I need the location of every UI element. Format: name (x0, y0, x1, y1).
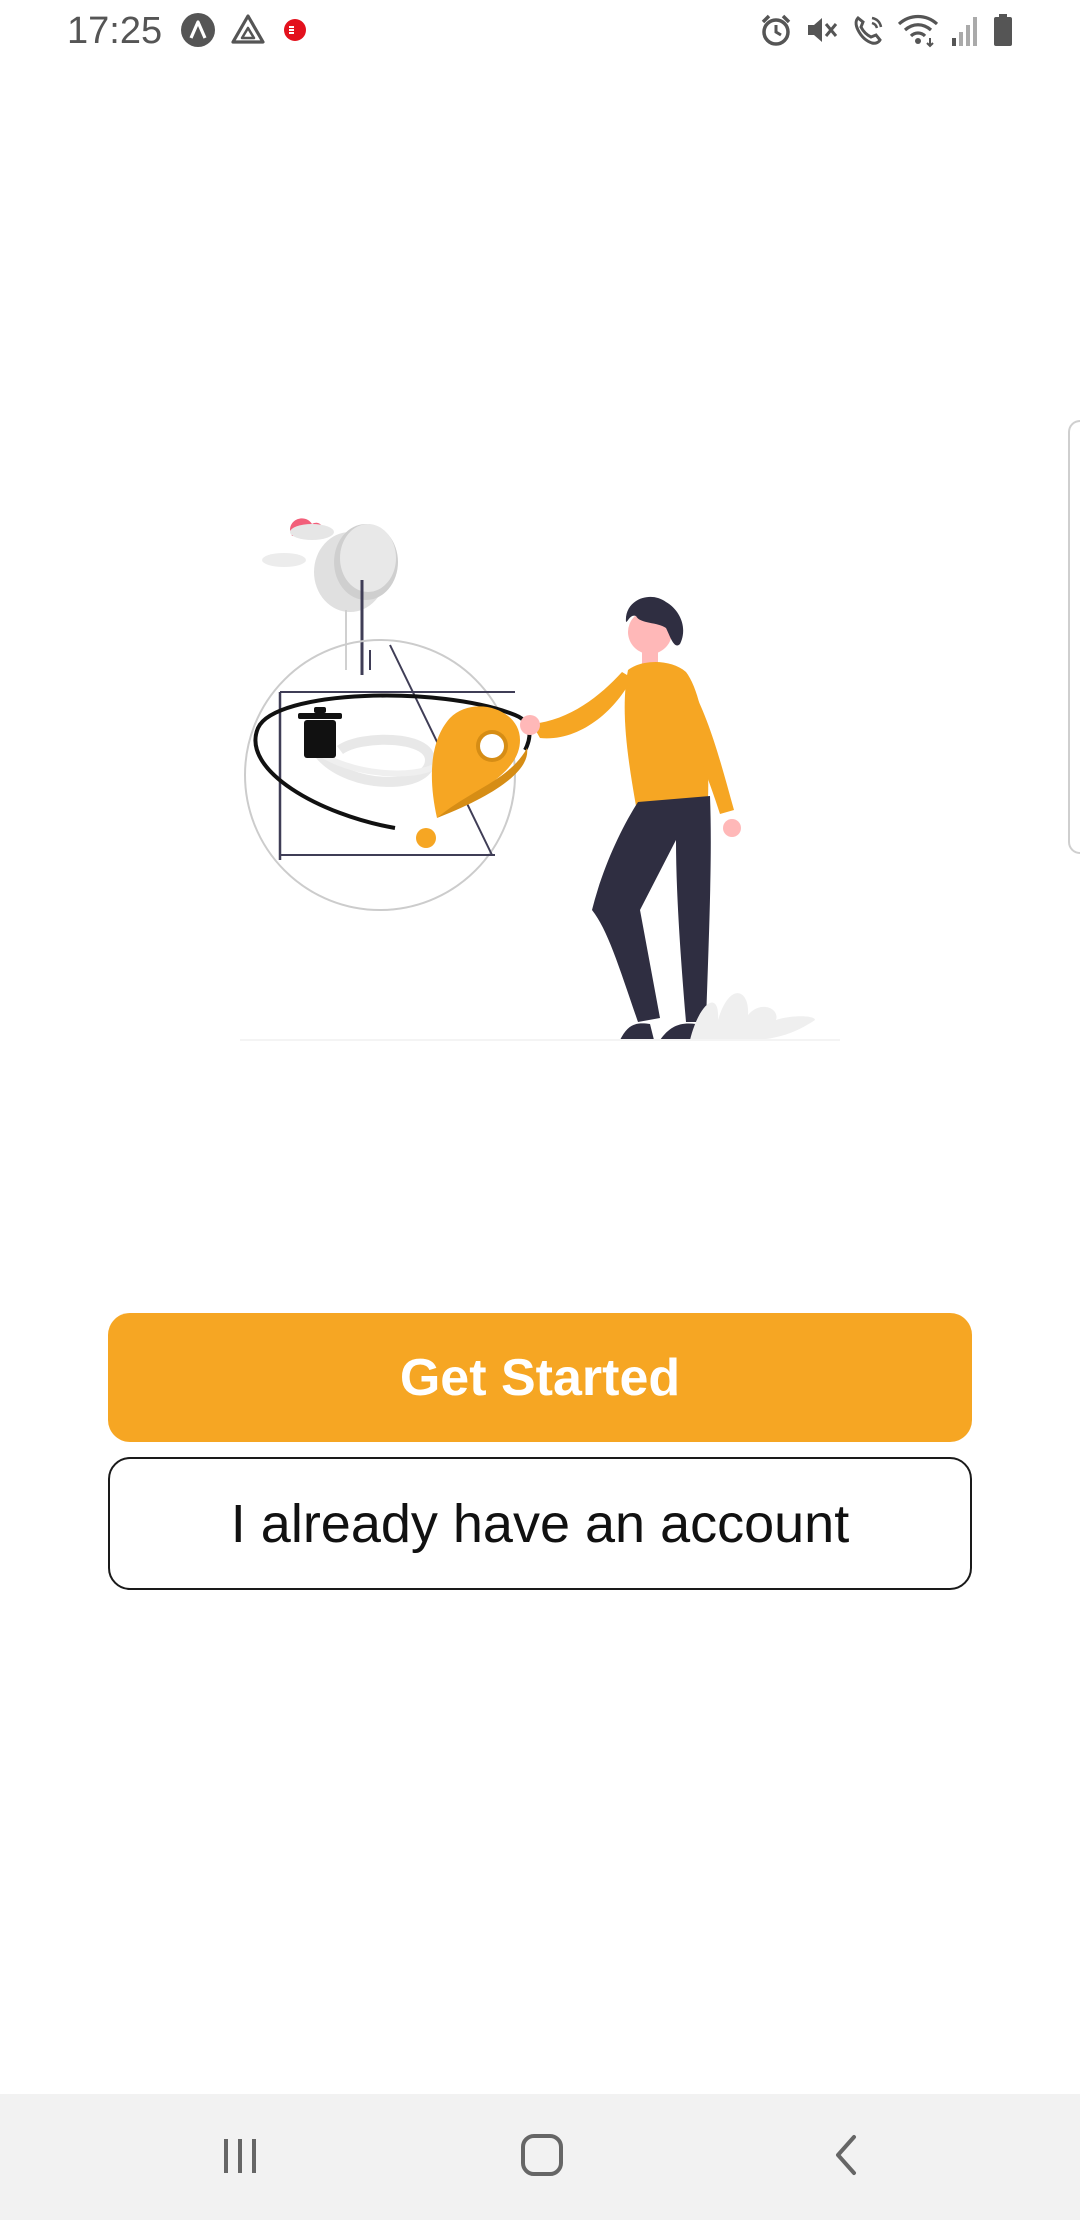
status-time: 17:25 (67, 10, 163, 52)
app-a-icon (180, 12, 216, 53)
alarm-icon (758, 12, 794, 53)
person-placing-map-pin-illustration (240, 510, 840, 1060)
system-navigation-bar (0, 2094, 1080, 2220)
battery-icon (992, 12, 1014, 53)
back-icon (828, 2131, 864, 2184)
edge-panel-handle[interactable] (1068, 420, 1080, 854)
notification-dot-icon (280, 15, 310, 50)
home-button[interactable] (502, 2124, 582, 2190)
drive-icon (230, 12, 266, 53)
signal-icon (950, 12, 982, 53)
existing-account-button[interactable]: I already have an account (108, 1457, 972, 1590)
back-button[interactable] (806, 2124, 886, 2190)
get-started-button[interactable]: Get Started (108, 1313, 972, 1442)
status-bar: 17:25 (0, 0, 1080, 64)
recent-apps-icon (218, 2135, 262, 2180)
onboarding-screen: 17:25 Get Started I already have an acco… (0, 0, 1080, 2220)
recent-apps-button[interactable] (200, 2124, 280, 2190)
home-icon (518, 2131, 566, 2184)
status-right-icons (758, 12, 1014, 52)
wifi-icon (896, 12, 940, 53)
mute-icon (804, 12, 840, 53)
wifi-call-icon (850, 12, 886, 53)
status-left-icons (180, 12, 310, 53)
